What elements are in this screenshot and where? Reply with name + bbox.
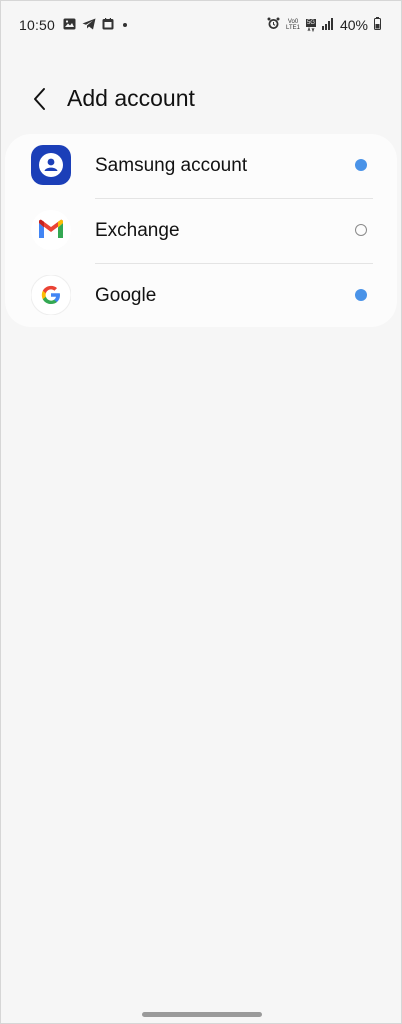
status-dot-active [355,289,367,301]
alarm-icon [267,17,280,33]
battery-icon [374,17,381,33]
status-time: 10:50 [19,17,56,33]
back-arrow-icon [34,88,45,110]
app-header: Add account [1,79,401,119]
list-item-label: Samsung account [95,155,248,176]
back-button[interactable] [25,85,53,113]
samsung-account-icon [31,145,71,185]
list-item-samsung-account[interactable]: Samsung account [5,134,397,199]
battery-percentage: 40% [339,17,368,33]
status-bar: 10:50 Vo0 LTE1 5G 40% [1,1,401,49]
calendar-icon [102,17,114,33]
list-item-google[interactable]: Google [5,264,397,329]
signal-icon [321,17,334,33]
account-list-card: Samsung account Exchange Google [5,134,397,327]
volte-icon: Vo0 LTE1 [286,19,300,31]
telegram-icon [82,17,96,33]
gmail-icon [31,210,71,250]
more-notifications-dot-icon [120,17,130,33]
page-title: Add account [67,85,195,111]
list-item-label: Google [95,285,157,306]
status-dot-inactive [355,224,367,236]
gesture-navigation-handle[interactable] [142,1012,262,1017]
gallery-icon [63,17,76,33]
status-dot-active [355,159,367,171]
status-right: Vo0 LTE1 5G 40% [267,17,381,33]
list-item-label: Exchange [95,220,180,241]
list-item-exchange[interactable]: Exchange [5,199,397,264]
network-5g-icon: 5G [305,18,316,32]
google-icon [31,275,71,315]
status-left: 10:50 [19,17,130,33]
